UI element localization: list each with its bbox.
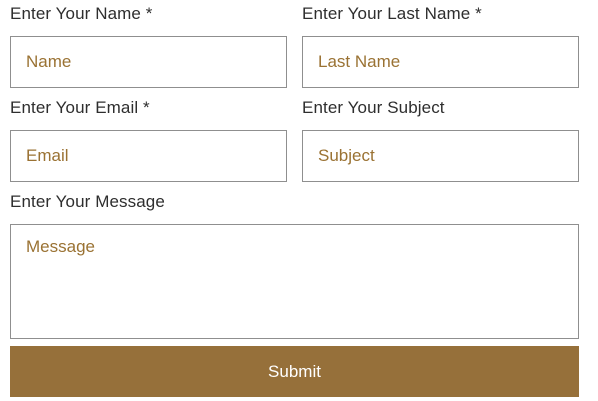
subject-label: Enter Your Subject bbox=[302, 98, 445, 117]
first-name-label: Enter Your Name * bbox=[10, 4, 153, 23]
subject-input[interactable] bbox=[302, 130, 579, 182]
message-textarea[interactable] bbox=[10, 224, 579, 339]
email-input[interactable] bbox=[10, 130, 287, 182]
message-label: Enter Your Message bbox=[10, 192, 165, 211]
last-name-input[interactable] bbox=[302, 36, 579, 88]
email-label: Enter Your Email * bbox=[10, 98, 150, 117]
first-name-input[interactable] bbox=[10, 36, 287, 88]
submit-button[interactable]: Submit bbox=[10, 346, 579, 397]
last-name-label: Enter Your Last Name * bbox=[302, 4, 482, 23]
